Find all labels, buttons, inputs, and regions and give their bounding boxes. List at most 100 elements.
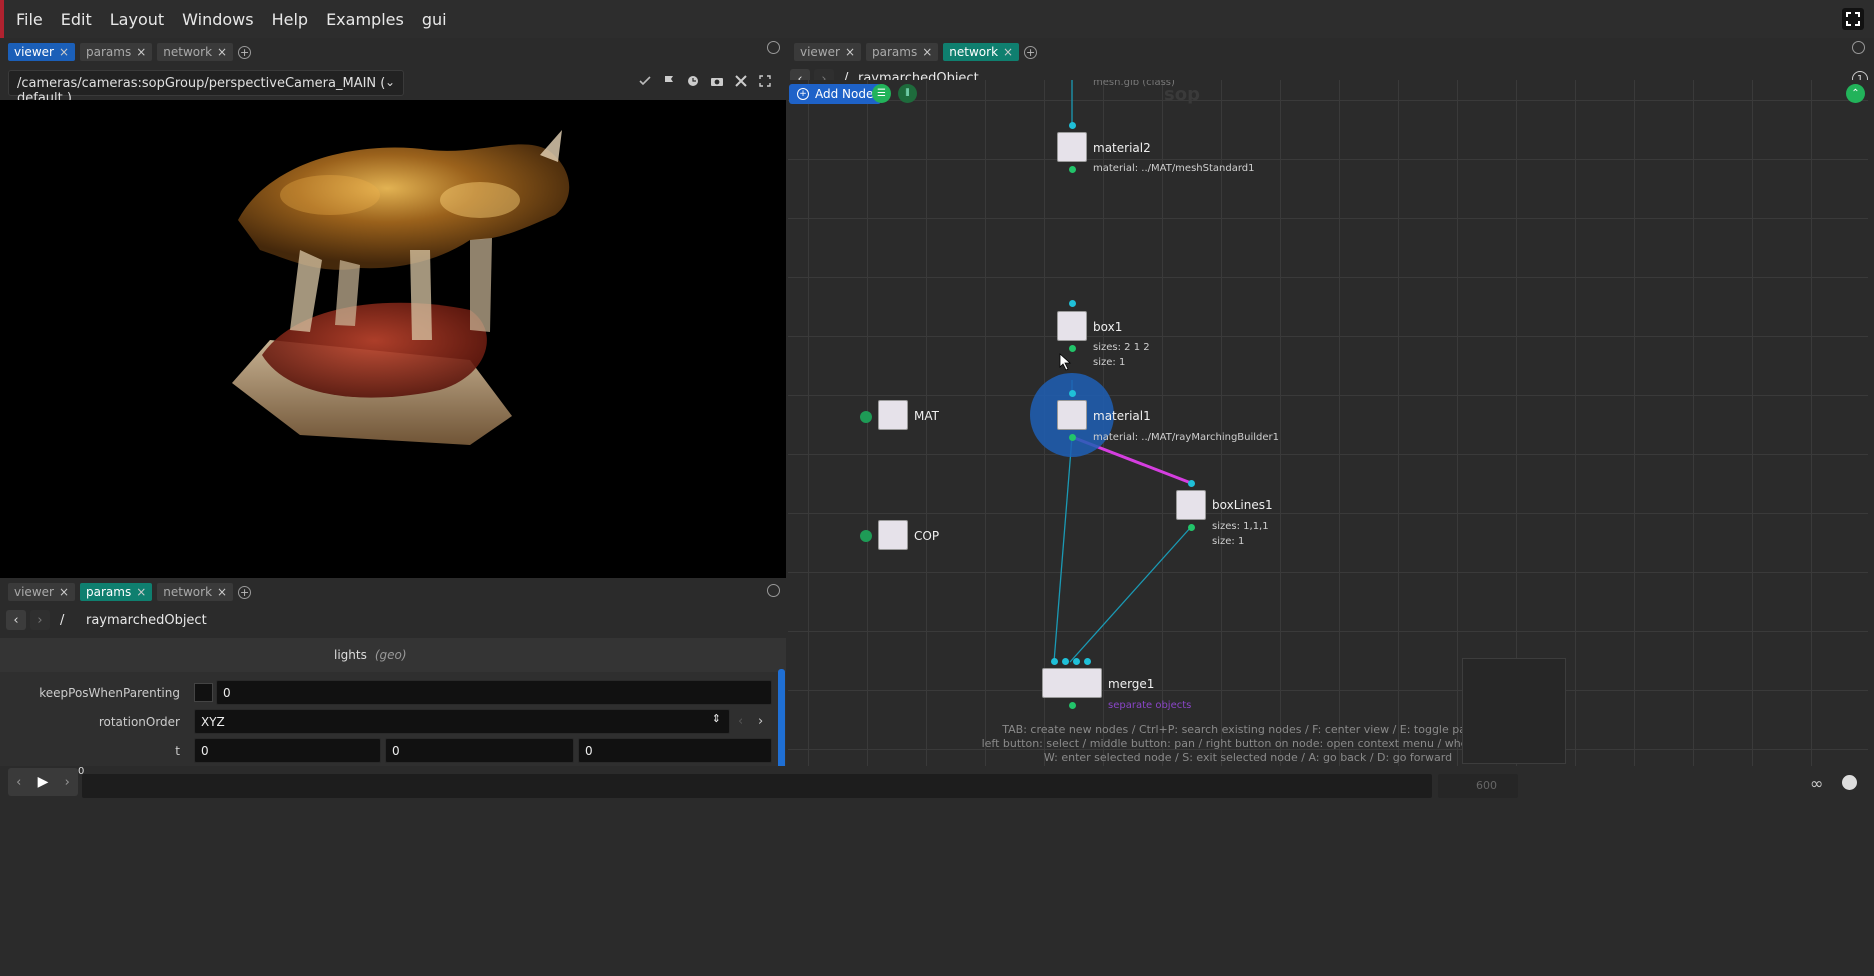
input-port[interactable] — [1069, 300, 1076, 307]
tab-label: viewer — [14, 585, 54, 599]
fullscreen-icon[interactable] — [1842, 8, 1864, 30]
input-port[interactable] — [1073, 658, 1080, 665]
param-row: t 0 0 0 — [0, 738, 786, 764]
list-view-icon[interactable]: ☰ — [872, 84, 891, 103]
close-icon[interactable]: × — [217, 585, 227, 599]
viewer-toolbar: /cameras/cameras:sopGroup/perspectiveCam… — [0, 66, 786, 106]
node-label-box1: box1 — [1093, 320, 1123, 334]
input-port[interactable] — [1084, 658, 1091, 665]
node-COP[interactable] — [878, 520, 908, 550]
output-port[interactable] — [1069, 434, 1076, 441]
tab-viewer[interactable]: viewer × — [8, 43, 76, 61]
tools-icon[interactable] — [734, 74, 748, 88]
output-port[interactable] — [1069, 702, 1076, 709]
camera-select[interactable]: /cameras/cameras:sopGroup/perspectiveCam… — [8, 70, 404, 106]
chevron-updown-icon: ⇕ — [711, 712, 721, 725]
node-merge1[interactable] — [1042, 668, 1102, 698]
param-checkbox[interactable] — [194, 683, 213, 702]
3d-viewport[interactable] — [0, 100, 786, 578]
output-port[interactable] — [1188, 524, 1195, 531]
panel-options-icon[interactable] — [767, 41, 780, 54]
input-port[interactable] — [1069, 390, 1076, 397]
flag-icon[interactable] — [662, 74, 676, 88]
add-tab-icon[interactable]: + — [238, 585, 252, 599]
tab-viewer[interactable]: viewer × — [8, 583, 76, 601]
node-param-material2: material: ../MAT/meshStandard1 — [1093, 163, 1255, 174]
step-forward-icon[interactable]: › — [65, 775, 70, 790]
tab-params[interactable]: params × — [80, 43, 153, 61]
tab-viewer[interactable]: viewer × — [794, 43, 862, 61]
menu-edit[interactable]: Edit — [59, 6, 94, 33]
end-frame-field[interactable]: 600 — [1438, 774, 1518, 798]
menu-file[interactable]: File — [14, 6, 45, 33]
input-port[interactable] — [1062, 658, 1069, 665]
expand-icon[interactable] — [758, 74, 772, 88]
close-icon[interactable]: × — [217, 45, 227, 59]
close-icon[interactable]: × — [845, 45, 855, 59]
check-icon[interactable] — [638, 74, 652, 88]
menu-help[interactable]: Help — [270, 6, 310, 33]
clock-icon[interactable] — [686, 74, 700, 88]
node-param-boxLines1-size: size: 1 — [1212, 536, 1245, 547]
node-material1[interactable] — [1057, 400, 1087, 430]
menu-layout[interactable]: Layout — [108, 6, 166, 33]
clock-icon[interactable] — [1842, 775, 1857, 790]
network-minimap[interactable] — [1462, 658, 1566, 764]
plus-circle-icon: + — [797, 88, 809, 100]
input-port[interactable] — [1188, 480, 1195, 487]
param-value-field[interactable]: 0 — [216, 680, 772, 705]
rotation-order-select[interactable]: XYZ ⇕ — [194, 709, 730, 734]
end-frame-value: 600 — [1476, 779, 1497, 792]
panel-options-icon[interactable] — [767, 584, 780, 597]
tab-label: params — [86, 585, 132, 599]
tab-network[interactable]: network × — [157, 583, 234, 601]
add-tab-icon[interactable]: + — [1024, 45, 1038, 59]
node-material2[interactable] — [1057, 132, 1087, 162]
play-icon[interactable]: ▶ — [38, 774, 49, 790]
tab-label: params — [872, 45, 918, 59]
add-tab-icon[interactable]: + — [238, 45, 252, 59]
forward-icon[interactable]: › — [30, 610, 50, 630]
input-port[interactable] — [1051, 658, 1058, 665]
close-icon[interactable]: × — [136, 585, 146, 599]
back-icon[interactable]: ‹ — [6, 610, 26, 630]
close-icon[interactable]: × — [59, 585, 69, 599]
tab-network[interactable]: network × — [943, 43, 1020, 61]
add-node-button[interactable]: + Add Node — [789, 84, 882, 104]
param-z-field[interactable]: 0 — [578, 738, 772, 763]
chevron-down-icon: ⌄ — [384, 75, 395, 89]
params-tabbar: viewer × params × network × + — [0, 578, 786, 606]
menu-gui[interactable]: gui — [420, 6, 449, 33]
menu-windows[interactable]: Windows — [180, 6, 255, 33]
panel-options-icon[interactable] — [1852, 41, 1865, 54]
node-path[interactable]: raymarchedObject — [86, 613, 207, 628]
network-editor[interactable]: sop mesh.glb (class) material2 material:… — [788, 80, 1868, 766]
output-port[interactable] — [1069, 345, 1076, 352]
prev-option-icon[interactable]: ‹ — [738, 714, 743, 729]
node-boxLines1[interactable] — [1176, 490, 1206, 520]
network-flag-icon[interactable] — [860, 411, 872, 423]
next-option-icon[interactable]: › — [758, 714, 763, 729]
grid-view-icon[interactable]: ⦀ — [898, 84, 917, 103]
close-icon[interactable]: × — [136, 45, 146, 59]
collapse-up-icon[interactable]: ⌃ — [1846, 84, 1865, 103]
menu-examples[interactable]: Examples — [324, 6, 406, 33]
close-icon[interactable]: × — [59, 45, 69, 59]
output-port[interactable] — [1069, 166, 1076, 173]
timeline-scrubber[interactable] — [82, 774, 1432, 798]
tab-network[interactable]: network × — [157, 43, 234, 61]
step-back-icon[interactable]: ‹ — [16, 775, 21, 790]
close-icon[interactable]: × — [1003, 45, 1013, 59]
node-MAT[interactable] — [878, 400, 908, 430]
input-port[interactable] — [1069, 122, 1076, 129]
camera-icon[interactable] — [710, 74, 724, 88]
param-y-field[interactable]: 0 — [385, 738, 574, 763]
tab-params[interactable]: params × — [866, 43, 939, 61]
close-icon[interactable]: × — [922, 45, 932, 59]
param-label: t — [175, 744, 180, 758]
tab-params[interactable]: params × — [80, 583, 153, 601]
network-flag-icon[interactable] — [860, 530, 872, 542]
node-box1[interactable] — [1057, 311, 1087, 341]
param-x-field[interactable]: 0 — [194, 738, 381, 763]
loop-icon[interactable]: ∞ — [1810, 774, 1823, 793]
